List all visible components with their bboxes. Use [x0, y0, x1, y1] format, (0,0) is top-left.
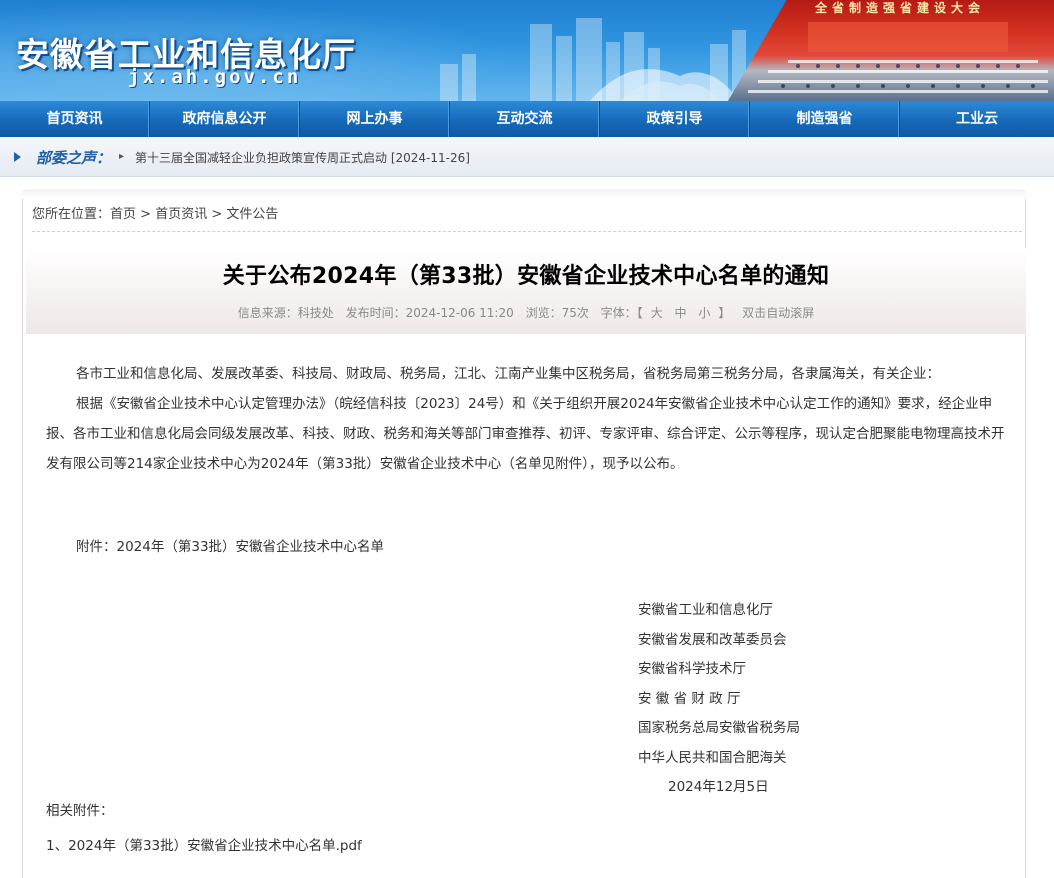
news-ticker: 部委之声： ▸ 第十三届全国减轻企业负担政策宣传周正式启动 [2024-11-2… [0, 137, 1054, 177]
ticker-label: 部委之声： [36, 149, 112, 167]
breadcrumb-announcements[interactable]: 文件公告 [226, 207, 278, 222]
article-meta: 信息来源：科技处 发布时间：2024-12-06 11:20 浏览：75次 字体… [26, 304, 1026, 321]
meta-source: 信息来源：科技处 [237, 306, 334, 320]
article-paragraph-addressees: 各市工业和信息化局、发展改革委、科技局、财政局、税务局，江北、江南产业集中区税务… [76, 366, 940, 382]
nav-item-home-news[interactable]: 首页资讯 [0, 101, 150, 137]
site-domain: jx.ah.gov.cn [128, 66, 302, 88]
panel-top-edge [22, 189, 1026, 199]
article-title: 关于公布2024年（第33批）安徽省企业技术中心名单的通知 [222, 264, 830, 289]
banner-caption: 全省制造强省建设大会 [814, 1, 985, 15]
nav-item-online-services[interactable]: 网上办事 [300, 101, 450, 137]
breadcrumb-prefix: 您所在位置： [32, 207, 111, 222]
nav-item-industry-cloud[interactable]: 工业云 [900, 101, 1054, 137]
breadcrumb-divider [32, 231, 1022, 232]
meta-font-close: 】 [718, 306, 731, 320]
signing-date: 2024年12月5日 [668, 779, 769, 795]
breadcrumb-separator: > [140, 207, 152, 222]
breadcrumb-home-news[interactable]: 首页资讯 [155, 207, 207, 222]
font-size-large-link[interactable]: 大 [651, 306, 663, 320]
main-nav: 首页资讯 政府信息公开 网上办事 互动交流 政策引导 制造强省 工业云 [0, 101, 1054, 137]
article-paragraph-main: 根据《安徽省企业技术中心认定管理办法》（皖经信科技〔2023〕24号）和《关于组… [46, 396, 1005, 472]
nav-item-manufacturing[interactable]: 制造强省 [750, 101, 900, 137]
article-body: 各市工业和信息化局、发展改革委、科技局、财政局、税务局，江北、江南产业集中区税务… [46, 359, 1008, 479]
font-size-small-link[interactable]: 小 [698, 306, 710, 320]
meta-font-label: 字体：【 [600, 306, 643, 320]
ticker-news-link[interactable]: 第十三届全国减轻企业负担政策宣传周正式启动 [2024-11-26] [135, 149, 470, 166]
signers-block: 安徽省工业和信息化厅 安徽省发展和改革委员会 安徽省科学技术厅 安 徽 省 财 … [638, 596, 898, 803]
signer-item: 国家税务总局安徽省税务局 [638, 720, 800, 736]
meta-autoscroll: 双击自动滚屏 [742, 306, 815, 320]
breadcrumb-separator: > [211, 207, 223, 222]
signer-item: 安徽省工业和信息化厅 [638, 602, 773, 618]
font-size-medium-link[interactable]: 中 [675, 306, 687, 320]
signer-item: 安徽省发展和改革委员会 [638, 631, 787, 648]
signer-item: 安徽省科学技术厅 [638, 661, 746, 677]
signer-item: 安 徽 省 财 政 厅 [638, 690, 741, 707]
attachment-line: 附件：2024年（第33批）安徽省企业技术中心名单 [76, 539, 385, 555]
nav-item-policy[interactable]: 政策引导 [600, 101, 750, 137]
meta-views: 浏览：75次 [525, 306, 589, 320]
arrow-right-icon: ▸ [119, 151, 125, 162]
meta-published: 发布时间：2024-12-06 11:20 [345, 306, 514, 320]
nav-item-gov-info[interactable]: 政府信息公开 [150, 101, 300, 137]
breadcrumb: 您所在位置：首页 > 首页资讯 > 文件公告 [32, 203, 278, 222]
speaker-icon [14, 152, 21, 162]
signer-item: 中华人民共和国合肥海关 [638, 749, 787, 766]
site-banner: 全省制造强省建设大会 安徽省工业和信息化厅 jx.ah.gov.cn [0, 0, 1054, 101]
nav-item-interaction[interactable]: 互动交流 [450, 101, 600, 137]
related-attachment-pdf-link[interactable]: 1、2024年（第33批）安徽省企业技术中心名单.pdf [46, 836, 362, 856]
breadcrumb-home[interactable]: 首页 [110, 207, 136, 222]
related-attachments-label: 相关附件： [46, 803, 114, 819]
